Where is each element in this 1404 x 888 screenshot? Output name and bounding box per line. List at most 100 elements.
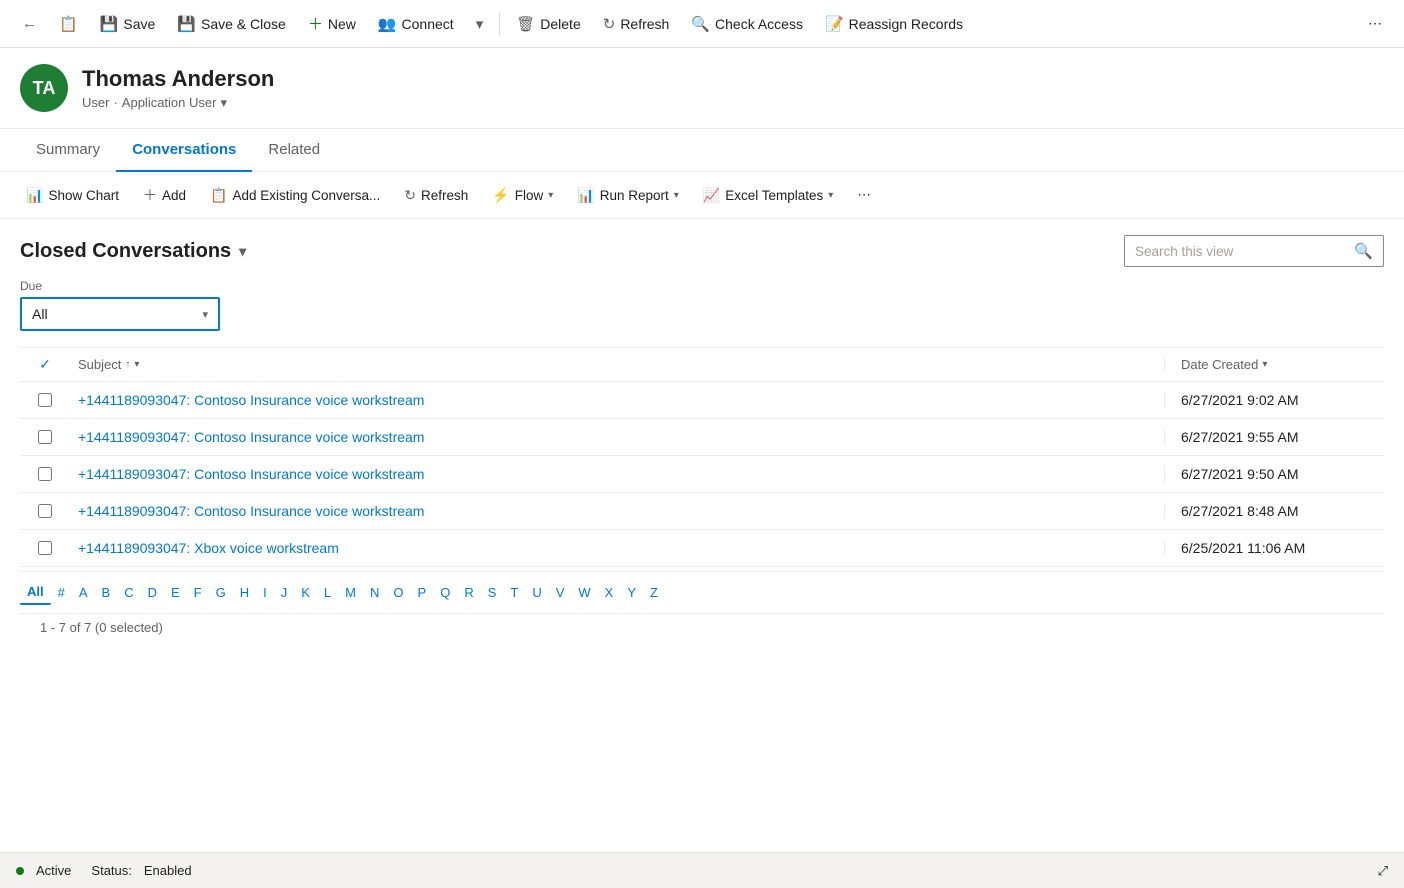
flow-chevron-icon: ▾ [548,190,553,201]
delete-icon: 🗑 [516,15,535,33]
subject-sort-asc-icon[interactable]: ↑ [125,359,130,370]
alpha-x[interactable]: X [598,581,621,604]
row-checkbox[interactable] [20,430,70,444]
user-name: Thomas Anderson [82,66,274,92]
alpha-g[interactable]: G [209,581,233,604]
sub-refresh-button[interactable]: ↻ Refresh [394,182,478,209]
row-checkbox-input[interactable] [38,541,52,555]
view-title-chevron-icon[interactable]: ▾ [239,243,246,260]
row-subject: +1441189093047: Contoso Insurance voice … [70,392,1164,408]
row-checkbox-input[interactable] [38,504,52,518]
more-actions-button[interactable]: ⋯ [1358,10,1392,37]
show-chart-button[interactable]: 📊 Show Chart [16,182,129,209]
col-date-header[interactable]: Date Created ▾ [1164,357,1384,372]
alpha-e[interactable]: E [164,581,187,604]
alpha-i[interactable]: I [256,581,274,604]
new-button[interactable]: ＋ New [298,8,366,39]
alpha-d[interactable]: D [141,581,164,604]
date-sort-icon[interactable]: ▾ [1262,359,1267,370]
row-checkbox-input[interactable] [38,393,52,407]
subject-link[interactable]: +1441189093047: Contoso Insurance voice … [78,466,424,482]
back-button[interactable]: ← [12,10,47,37]
alpha-t[interactable]: T [503,581,525,604]
flow-button[interactable]: ⚡ Flow ▾ [482,182,563,209]
alpha-a[interactable]: A [72,581,95,604]
col-check-header[interactable]: ✓ [20,356,70,373]
table-row: +1441189093047: Xbox voice workstream 6/… [20,530,1384,567]
alpha-u[interactable]: U [525,581,548,604]
alpha-w[interactable]: W [571,581,597,604]
alpha-l[interactable]: L [317,581,338,604]
subject-link[interactable]: +1441189093047: Xbox voice workstream [78,540,339,556]
table-row: +1441189093047: Contoso Insurance voice … [20,493,1384,530]
check-access-icon: 🔍 [691,15,710,33]
row-checkbox-input[interactable] [38,467,52,481]
view-header: Closed Conversations ▾ 🔍 [20,235,1384,267]
alpha-all[interactable]: All [20,580,51,605]
connect-button[interactable]: 👥 Connect [368,10,464,38]
alpha-nav: All#ABCDEFGHIJKLMNOPQRSTUVWXYZ [20,571,1384,613]
alpha-m[interactable]: M [338,581,363,604]
save-close-button[interactable]: 💾 Save & Close [167,10,296,38]
save-button[interactable]: 💾 Save [90,10,166,38]
expand-button[interactable]: ▾ [466,10,494,38]
refresh-button[interactable]: ↻ Refresh [593,10,680,38]
alpha-s[interactable]: S [481,581,504,604]
col-subject-header[interactable]: Subject ↑ ▾ [70,357,1164,372]
role-chevron-icon[interactable]: ▾ [220,95,227,111]
alpha-p[interactable]: P [411,581,434,604]
subject-link[interactable]: +1441189093047: Contoso Insurance voice … [78,392,424,408]
table-row: +1441189093047: Contoso Insurance voice … [20,382,1384,419]
sub-refresh-icon: ↻ [404,187,416,204]
user-role: User · Application User ▾ [82,95,274,111]
row-date: 6/27/2021 8:48 AM [1164,503,1384,519]
row-checkbox-input[interactable] [38,430,52,444]
sub-more-button[interactable]: ⋯ [847,182,881,208]
excel-icon: 📈 [703,187,720,204]
tab-conversations[interactable]: Conversations [116,129,252,172]
search-button[interactable]: 🔍 [1344,236,1383,266]
tab-summary[interactable]: Summary [20,129,116,172]
subject-sort-desc-icon[interactable]: ▾ [134,359,139,370]
alpha-r[interactable]: R [457,581,480,604]
due-filter-select[interactable]: All ▾ [20,297,220,331]
alpha-z[interactable]: Z [643,581,665,604]
row-checkbox[interactable] [20,393,70,407]
table-row: +1441189093047: Contoso Insurance voice … [20,456,1384,493]
select-all-checkbox[interactable]: ✓ [39,356,51,373]
check-access-button[interactable]: 🔍 Check Access [681,10,813,38]
table-header-row: ✓ Subject ↑ ▾ Date Created ▾ [20,347,1384,382]
row-date: 6/27/2021 9:55 AM [1164,429,1384,445]
form-icon-button[interactable]: 📋 [49,10,88,38]
back-icon: ← [22,15,37,32]
alpha-k[interactable]: K [294,581,317,604]
row-checkbox[interactable] [20,504,70,518]
alpha-v[interactable]: V [549,581,572,604]
expand-icon[interactable]: ⤢ [1378,863,1388,879]
alpha-c[interactable]: C [117,581,140,604]
search-box: 🔍 [1124,235,1384,267]
subject-link[interactable]: +1441189093047: Contoso Insurance voice … [78,503,424,519]
search-input[interactable] [1125,238,1344,265]
add-button[interactable]: ＋ Add [133,180,196,210]
row-checkbox[interactable] [20,467,70,481]
alpha-o[interactable]: O [386,581,410,604]
row-date: 6/25/2021 11:06 AM [1164,540,1384,556]
run-report-button[interactable]: 📊 Run Report ▾ [567,182,689,209]
alpha-f[interactable]: F [187,581,209,604]
subject-link[interactable]: +1441189093047: Contoso Insurance voice … [78,429,424,445]
add-existing-button[interactable]: 📋 Add Existing Conversa... [200,182,390,209]
alpha-#[interactable]: # [51,581,72,604]
delete-button[interactable]: 🗑 Delete [506,10,591,38]
alpha-n[interactable]: N [363,581,386,604]
alpha-j[interactable]: J [274,581,295,604]
row-date: 6/27/2021 9:02 AM [1164,392,1384,408]
row-checkbox[interactable] [20,541,70,555]
excel-templates-button[interactable]: 📈 Excel Templates ▾ [693,182,844,209]
alpha-y[interactable]: Y [620,581,643,604]
tab-related[interactable]: Related [252,129,336,172]
alpha-h[interactable]: H [233,581,256,604]
alpha-q[interactable]: Q [433,581,457,604]
alpha-b[interactable]: B [95,581,118,604]
reassign-button[interactable]: 📝 Reassign Records [815,10,973,38]
